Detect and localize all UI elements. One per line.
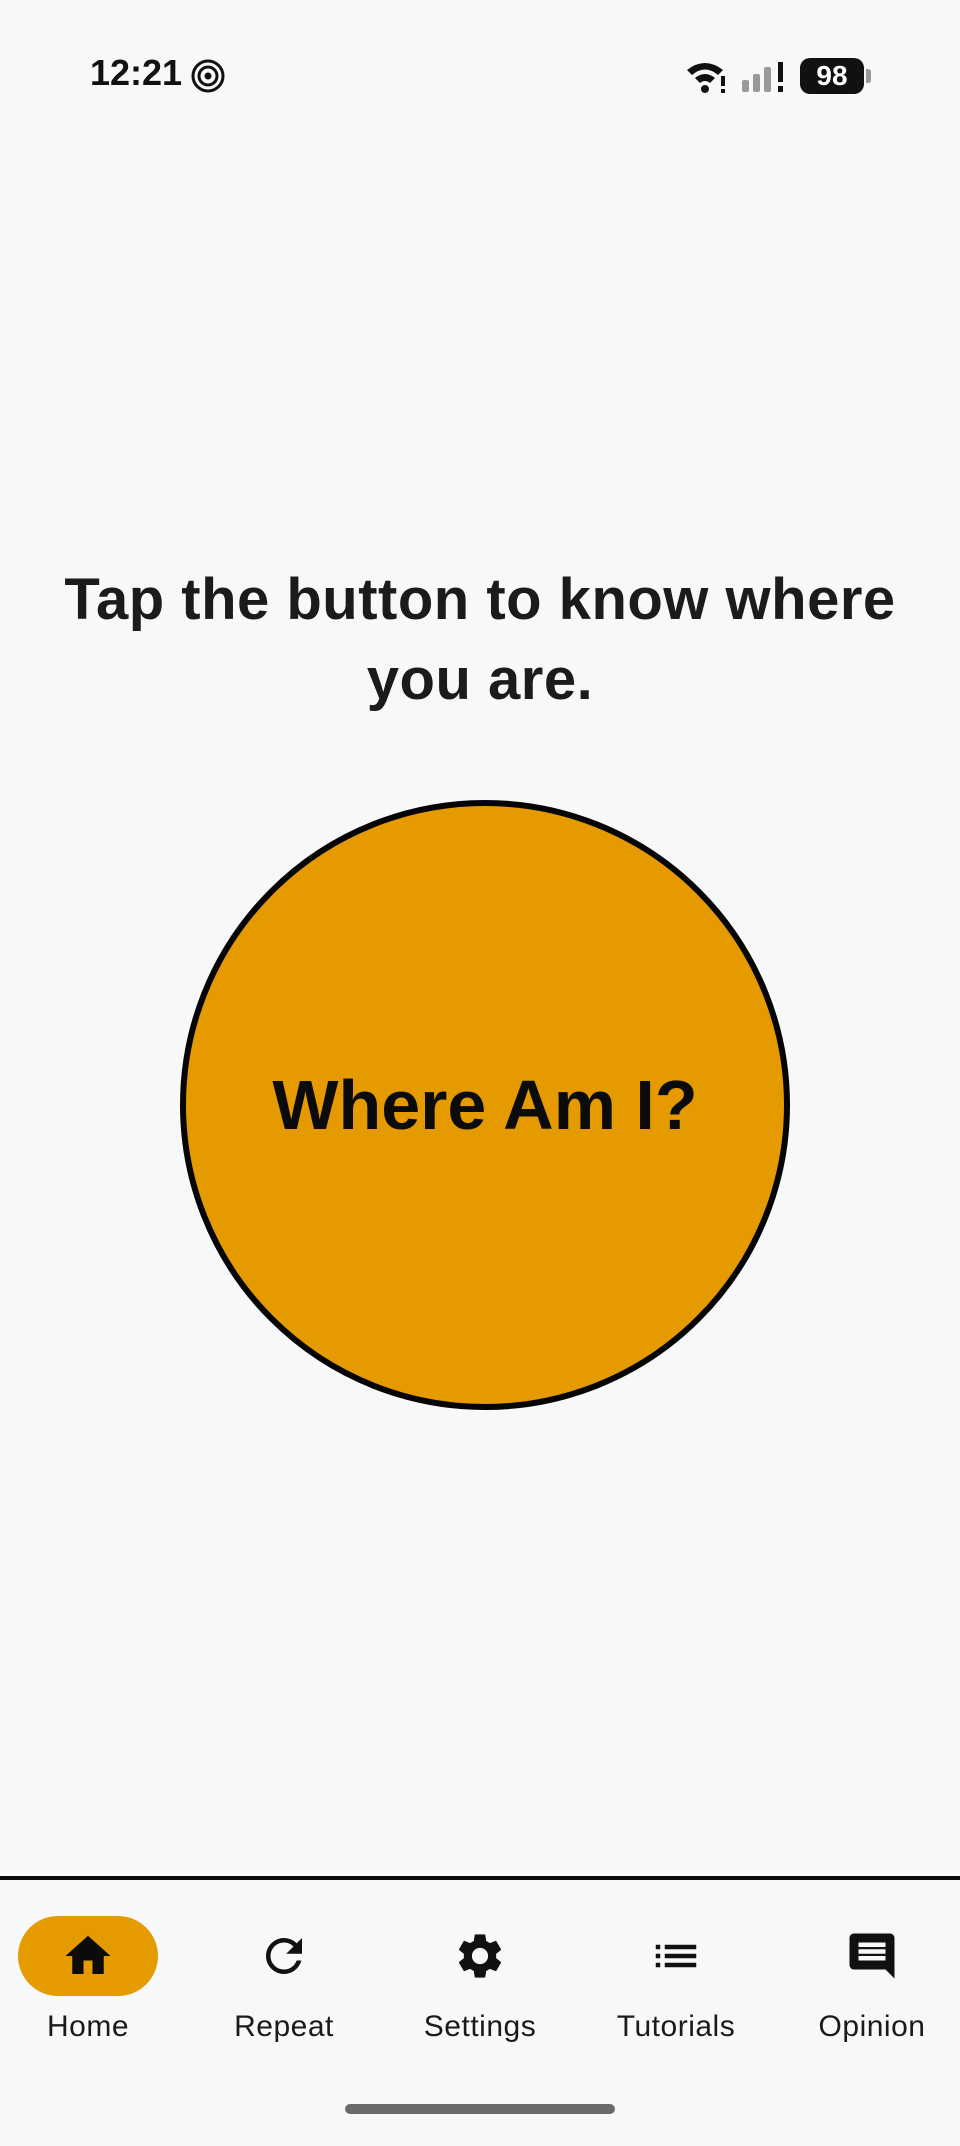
home-icon	[65, 1935, 111, 1974]
nav-label-repeat: Repeat	[234, 2010, 334, 2043]
nav-label-home: Home	[46, 2010, 130, 2043]
wifi-icon	[684, 58, 726, 94]
nav-item-opinion[interactable]: Opinion	[782, 1916, 960, 2066]
spiral-notification-icon	[190, 58, 226, 94]
nav-label-opinion: Opinion	[818, 2010, 926, 2043]
gear-icon	[458, 1934, 502, 1978]
status-time: 12:21	[90, 52, 183, 93]
home-indicator-bar[interactable]	[345, 2104, 615, 2114]
nav-icon-container	[410, 1916, 550, 1996]
nav-item-settings[interactable]: Settings	[390, 1916, 570, 2066]
battery-icon: 98	[800, 58, 872, 94]
where-am-i-button[interactable]: Where Am I?	[180, 800, 790, 1410]
nav-item-home[interactable]: Home	[0, 1916, 178, 2066]
refresh-icon	[265, 1938, 302, 1974]
list-icon	[655, 1944, 697, 1968]
where-am-i-label: Where Am I?	[272, 1066, 698, 1144]
nav-item-repeat[interactable]: Repeat	[194, 1916, 374, 2066]
nav-icon-container	[802, 1916, 942, 1996]
battery-tip	[866, 69, 871, 83]
battery-level: 98	[800, 58, 864, 94]
nav-active-indicator	[18, 1916, 158, 1996]
status-bar: 12:21 98	[0, 0, 960, 150]
nav-label-tutorials: Tutorials	[616, 2010, 736, 2043]
nav-label-settings: Settings	[423, 2010, 537, 2043]
nav-icon-container	[606, 1916, 746, 1996]
nav-item-tutorials[interactable]: Tutorials	[586, 1916, 766, 2066]
nav-icon-container	[214, 1916, 354, 1996]
signal-icon	[740, 58, 788, 94]
instruction-text: Tap the button to know where you are.	[64, 567, 896, 712]
chat-icon	[849, 1933, 895, 1979]
